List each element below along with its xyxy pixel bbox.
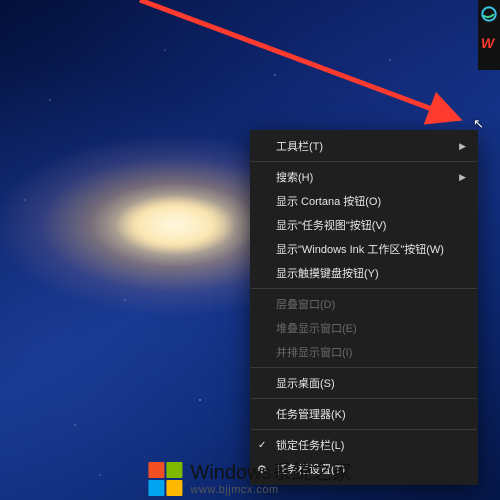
windows-logo-icon	[148, 462, 182, 496]
menu-separator	[251, 367, 477, 368]
menu-label: 并排显示窗口(I)	[276, 344, 352, 360]
menu-show-cortana[interactable]: 显示 Cortana 按钮(O)	[250, 189, 478, 213]
menu-label: 显示"Windows Ink 工作区"按钮(W)	[276, 241, 444, 257]
wps-office-icon[interactable]: W	[481, 35, 497, 51]
menu-stack-windows: 堆叠显示窗口(E)	[250, 316, 478, 340]
menu-label: 工具栏(T)	[276, 138, 323, 154]
menu-toolbars[interactable]: 工具栏(T) ▶	[250, 134, 478, 158]
menu-label: 层叠窗口(D)	[276, 296, 335, 312]
menu-show-desktop[interactable]: 显示桌面(S)	[250, 371, 478, 395]
watermark-url: www.bjjmcx.com	[190, 484, 351, 496]
taskbar-context-menu: 工具栏(T) ▶ 搜索(H) ▶ 显示 Cortana 按钮(O) 显示"任务视…	[250, 130, 478, 485]
menu-label: 显示触摸键盘按钮(Y)	[276, 265, 379, 281]
menu-cascade-windows: 层叠窗口(D)	[250, 292, 478, 316]
menu-side-by-side-windows: 并排显示窗口(I)	[250, 340, 478, 364]
submenu-arrow-icon: ▶	[459, 141, 466, 152]
edge-browser-icon[interactable]	[481, 6, 497, 27]
watermark-title: Windows系统之家	[190, 462, 351, 484]
menu-task-manager[interactable]: 任务管理器(K)	[250, 402, 478, 426]
watermark: Windows系统之家 www.bjjmcx.com	[148, 462, 351, 496]
menu-label: 显示桌面(S)	[276, 375, 335, 391]
menu-separator	[251, 288, 477, 289]
menu-label: 搜索(H)	[276, 169, 313, 185]
menu-show-touch-keyboard[interactable]: 显示触摸键盘按钮(Y)	[250, 261, 478, 285]
check-icon: ✓	[258, 440, 266, 451]
menu-label: 显示 Cortana 按钮(O)	[276, 193, 381, 209]
menu-separator	[251, 161, 477, 162]
menu-show-windows-ink[interactable]: 显示"Windows Ink 工作区"按钮(W)	[250, 237, 478, 261]
menu-show-task-view[interactable]: 显示"任务视图"按钮(V)	[250, 213, 478, 237]
menu-search[interactable]: 搜索(H) ▶	[250, 165, 478, 189]
menu-separator	[251, 398, 477, 399]
menu-label: 堆叠显示窗口(E)	[276, 320, 357, 336]
menu-label: 显示"任务视图"按钮(V)	[276, 217, 386, 233]
menu-separator	[251, 429, 477, 430]
menu-lock-taskbar[interactable]: ✓ 锁定任务栏(L)	[250, 433, 478, 457]
submenu-arrow-icon: ▶	[459, 172, 466, 183]
menu-label: 任务管理器(K)	[276, 406, 346, 422]
menu-label: 锁定任务栏(L)	[276, 437, 344, 453]
taskbar-right-strip: W	[478, 0, 500, 70]
desktop-wallpaper: W ↖ 工具栏(T) ▶ 搜索(H) ▶ 显示 Cortana 按钮(O) 显示…	[0, 0, 500, 500]
